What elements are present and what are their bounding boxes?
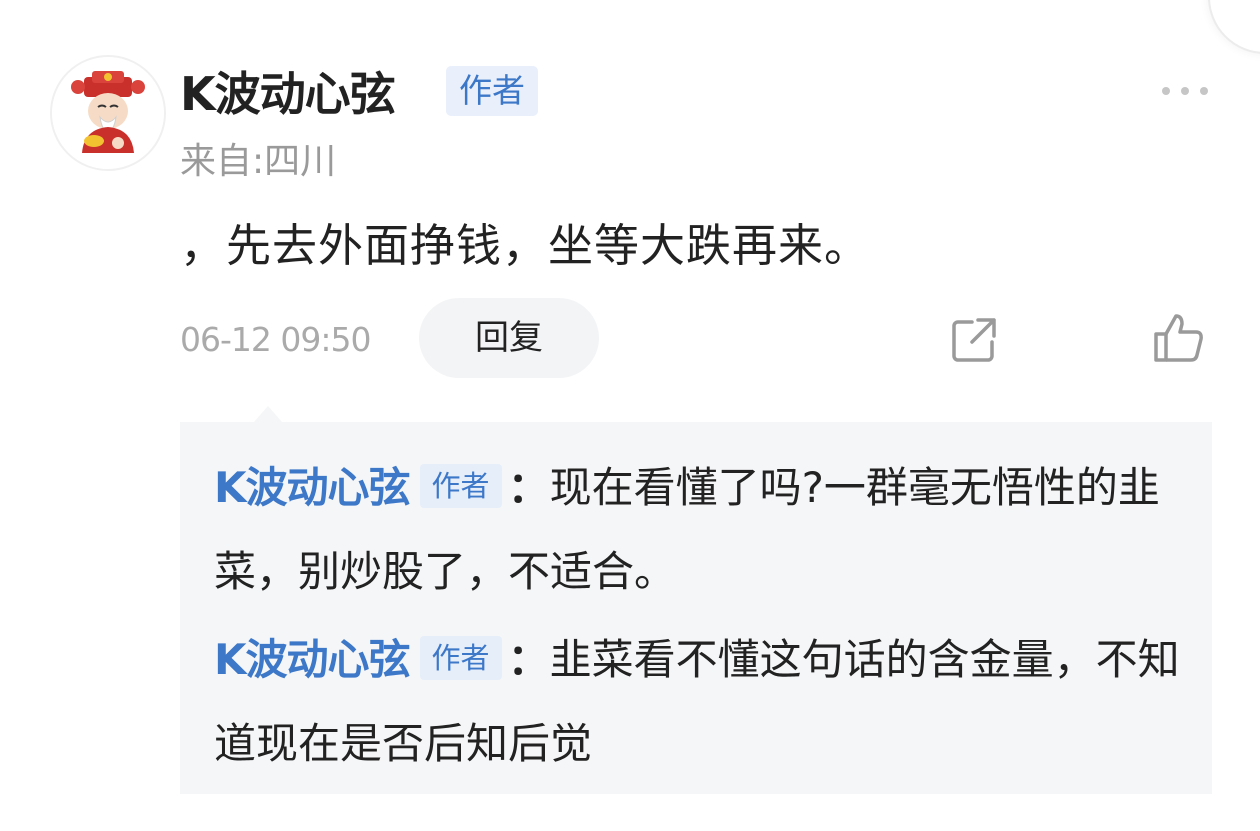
- reply-button[interactable]: 回复: [419, 298, 599, 378]
- replies-container: K波动心弦 作者 ：现在看懂了吗?一群毫无悟性的韭菜，别炒股了，不适合。 K波动心弦…: [180, 422, 1212, 794]
- reply-separator: ：: [507, 463, 550, 512]
- comment-username[interactable]: K波动心弦: [180, 64, 396, 124]
- share-icon[interactable]: [948, 314, 1000, 366]
- avatar-image: [52, 57, 164, 169]
- reply-username[interactable]: K波动心弦: [214, 635, 411, 684]
- floating-button-edge: [1208, 0, 1260, 54]
- reply-username[interactable]: K波动心弦: [214, 463, 411, 512]
- reply-separator: ：: [507, 635, 550, 684]
- thumbs-up-icon[interactable]: [1150, 310, 1206, 366]
- reply-item[interactable]: K波动心弦 作者 ：韭菜看不懂这句话的含金量，不知道现在是否后知后觉: [214, 618, 1194, 786]
- comment-text: ，先去外面挣钱，坐等大跌再来。: [180, 219, 871, 272]
- reply-item[interactable]: K波动心弦 作者 ：现在看懂了吗?一群毫无悟性的韭菜，别炒股了，不适合。: [214, 446, 1194, 614]
- reply-box-pointer: [254, 406, 282, 422]
- reply-author-badge: 作者: [419, 464, 502, 508]
- comment-timestamp: 06-12 09:50: [180, 320, 371, 359]
- more-dots-icon[interactable]: [1160, 82, 1210, 100]
- author-badge: 作者: [446, 66, 538, 116]
- reply-author-badge: 作者: [419, 636, 502, 680]
- avatar[interactable]: [50, 55, 166, 171]
- location-label: 来自:四川: [180, 141, 337, 182]
